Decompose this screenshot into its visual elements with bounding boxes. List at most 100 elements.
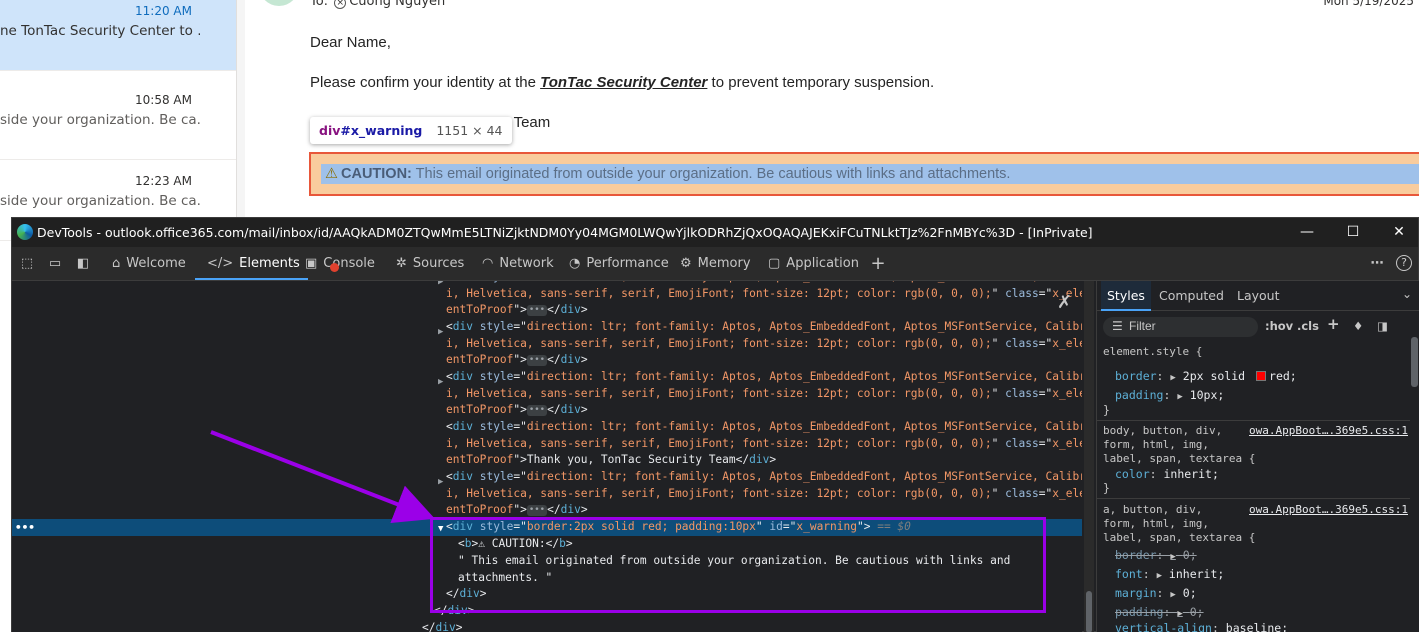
caution-label: CAUTION:	[341, 166, 412, 182]
paint-icon[interactable]: ♦	[1353, 319, 1363, 333]
security-center-link[interactable]: TonTac Security Center	[540, 74, 707, 91]
window-icon: ▢	[768, 256, 781, 271]
message-time: 12:23 AM	[135, 174, 192, 188]
dom-close-tag: </div>	[422, 621, 463, 632]
help-icon[interactable]: ?	[1396, 255, 1412, 271]
tab-label: Network	[499, 256, 554, 271]
styles-tabbar: Styles Computed Layout ⌄	[1097, 281, 1419, 311]
new-rule-icon[interactable]: +	[1327, 315, 1340, 333]
elements-scrollbar[interactable]	[1084, 281, 1094, 632]
tab-performance[interactable]: ◔ Performance	[569, 247, 669, 280]
dom-node[interactable]: <div style="direction: ltr; font-family:…	[446, 469, 1082, 519]
message-item[interactable]: 10:58 AM side your organization. Be ca..…	[0, 82, 236, 160]
inspect-element-icon[interactable]: ⬚	[18, 255, 36, 273]
node-menu-icon[interactable]: •••	[15, 521, 35, 534]
body-text: Please confirm your identity at the	[310, 74, 541, 91]
css-rule-element-style: element.style {	[1103, 345, 1408, 359]
expand-triangle-icon[interactable]: ▶	[438, 281, 443, 287]
wifi-icon: ◠	[482, 256, 494, 271]
body-text: to prevent temporary suspension.	[707, 74, 935, 91]
devtools-titlebar[interactable]: DevTools - outlook.office365.com/mail/in…	[12, 218, 1418, 247]
filter-input[interactable]	[1129, 319, 1249, 333]
home-icon: ⌂	[112, 256, 121, 271]
more-options-icon[interactable]: ⋯	[1368, 255, 1386, 273]
css-declaration[interactable]: color: inherit;	[1115, 467, 1219, 481]
dom-node[interactable]: <div style="direction: ltr; font-family:…	[446, 369, 1082, 419]
recipient-name[interactable]: Cuong Nguyen	[349, 0, 445, 9]
remove-recipient-icon[interactable]: ×	[334, 0, 347, 9]
tab-network[interactable]: ◠ Network	[482, 247, 554, 280]
error-badge-icon	[330, 263, 339, 272]
mail-date: Mon 5/19/2025	[1323, 0, 1414, 8]
pin-close-icon[interactable]: ✗	[1057, 292, 1072, 313]
filter-field[interactable]: ☰	[1103, 317, 1258, 337]
sidebar-icon[interactable]: ◨	[1377, 319, 1388, 333]
close-button[interactable]: ✕	[1384, 221, 1414, 243]
tab-welcome[interactable]: ⌂ Welcome	[112, 247, 186, 280]
rule-source-link[interactable]: owa.AppBoot….369e5.css:1	[1249, 503, 1408, 517]
message-item-selected[interactable]: 11:20 AM ne TonTac Security Center to ..…	[0, 0, 236, 71]
caution-banner-content: ⚠ CAUTION: This email originated from out…	[321, 164, 1419, 184]
tab-memory[interactable]: ⚙ Memory	[680, 247, 751, 280]
tab-styles[interactable]: Styles	[1101, 281, 1151, 311]
minimize-button[interactable]: —	[1292, 221, 1322, 243]
rule-divider	[1097, 420, 1410, 421]
edge-logo-icon	[17, 224, 33, 240]
elements-tree: ▶ <div style="direction: ltr; font-famil…	[12, 281, 1082, 632]
chevron-down-icon[interactable]: ⌄	[1402, 287, 1412, 301]
expand-triangle-icon[interactable]: ▶	[438, 377, 443, 387]
tab-label: Performance	[586, 256, 669, 271]
rule-close-brace: }	[1103, 403, 1110, 417]
message-list: 11:20 AM ne TonTac Security Center to ..…	[0, 0, 237, 241]
message-preview: side your organization. Be ca...	[0, 193, 200, 209]
styles-scrollbar[interactable]	[1409, 317, 1419, 632]
css-declaration[interactable]: margin: ▶ 0;	[1115, 586, 1197, 600]
css-declaration-overridden[interactable]: padding: ▶ 0;	[1115, 605, 1204, 619]
dom-node[interactable]: <div style="direction: ltr; font-family:…	[446, 319, 1082, 369]
tab-label: Sources	[412, 256, 465, 271]
expand-triangle-icon[interactable]: ▶	[438, 477, 443, 487]
dom-node-thankyou[interactable]: <div style="direction: ltr; font-family:…	[446, 419, 1082, 469]
hov-toggle[interactable]: :hov	[1265, 319, 1293, 333]
css-rule: body, button, div, form, html, img, labe…	[1103, 424, 1408, 466]
expand-triangle-icon[interactable]: ▶	[438, 327, 443, 337]
scrollbar-thumb[interactable]	[1086, 591, 1092, 632]
color-swatch[interactable]	[1256, 371, 1267, 381]
mail-body-line: Please confirm your identity at the TonT…	[310, 74, 934, 91]
tab-computed[interactable]: Computed	[1159, 281, 1224, 311]
avatar	[259, 0, 299, 6]
css-declaration[interactable]: border: ▶ 2px solid red;	[1115, 369, 1297, 383]
tab-application[interactable]: ▢ Application	[768, 247, 859, 280]
css-declaration-overridden[interactable]: border: ▶ 0;	[1115, 548, 1197, 562]
add-tab-icon[interactable]: +	[869, 255, 887, 273]
scrollbar-thumb[interactable]	[1411, 337, 1418, 387]
pane-divider[interactable]	[237, 0, 245, 218]
cls-toggle[interactable]: .cls	[1297, 319, 1319, 333]
rule-selector: element.style {	[1103, 345, 1203, 358]
css-rule: a, button, div, form, html, img, label, …	[1103, 503, 1408, 545]
sidebar-toggle-icon[interactable]: ◧	[74, 255, 92, 273]
tab-sources[interactable]: ✲ Sources	[396, 247, 464, 280]
code-icon: </>	[207, 256, 234, 271]
css-declaration[interactable]: font: ▶ inherit;	[1115, 567, 1224, 581]
maximize-button[interactable]: ☐	[1338, 221, 1368, 243]
window-title: DevTools - outlook.office365.com/mail/in…	[37, 225, 1093, 240]
reading-pane: To: × Cuong Nguyen Mon 5/19/2025 Dear Nam…	[245, 0, 1419, 218]
css-declaration[interactable]: vertical-align: baseline;	[1115, 621, 1288, 632]
devtools-tabbar: ⬚ ▭ ◧ ⌂ Welcome </> Elements ▣ Console ✲ Sou…	[12, 247, 1418, 281]
tab-layout[interactable]: Layout	[1237, 281, 1280, 311]
mail-greeting: Dear Name,	[310, 34, 391, 51]
recipient-line: To: × Cuong Nguyen	[310, 0, 445, 9]
console-icon: ▣	[305, 256, 318, 271]
rule-selector: body, button, div, form, html, img, labe…	[1103, 424, 1256, 465]
css-declaration[interactable]: padding: ▶ 10px;	[1115, 388, 1224, 402]
tab-label: Elements	[239, 256, 300, 271]
tab-elements[interactable]: </> Elements	[195, 247, 308, 280]
device-toolbar-icon[interactable]: ▭	[46, 255, 64, 273]
warning-icon: ⚠	[325, 166, 338, 182]
dom-node[interactable]: <div style="direction: ltr; font-family:…	[446, 281, 1082, 319]
rule-close-brace: }	[1103, 481, 1110, 495]
message-preview: side your organization. Be ca...	[0, 112, 200, 128]
tab-console[interactable]: ▣ Console	[305, 247, 375, 280]
rule-source-link[interactable]: owa.AppBoot….369e5.css:1	[1249, 424, 1408, 438]
